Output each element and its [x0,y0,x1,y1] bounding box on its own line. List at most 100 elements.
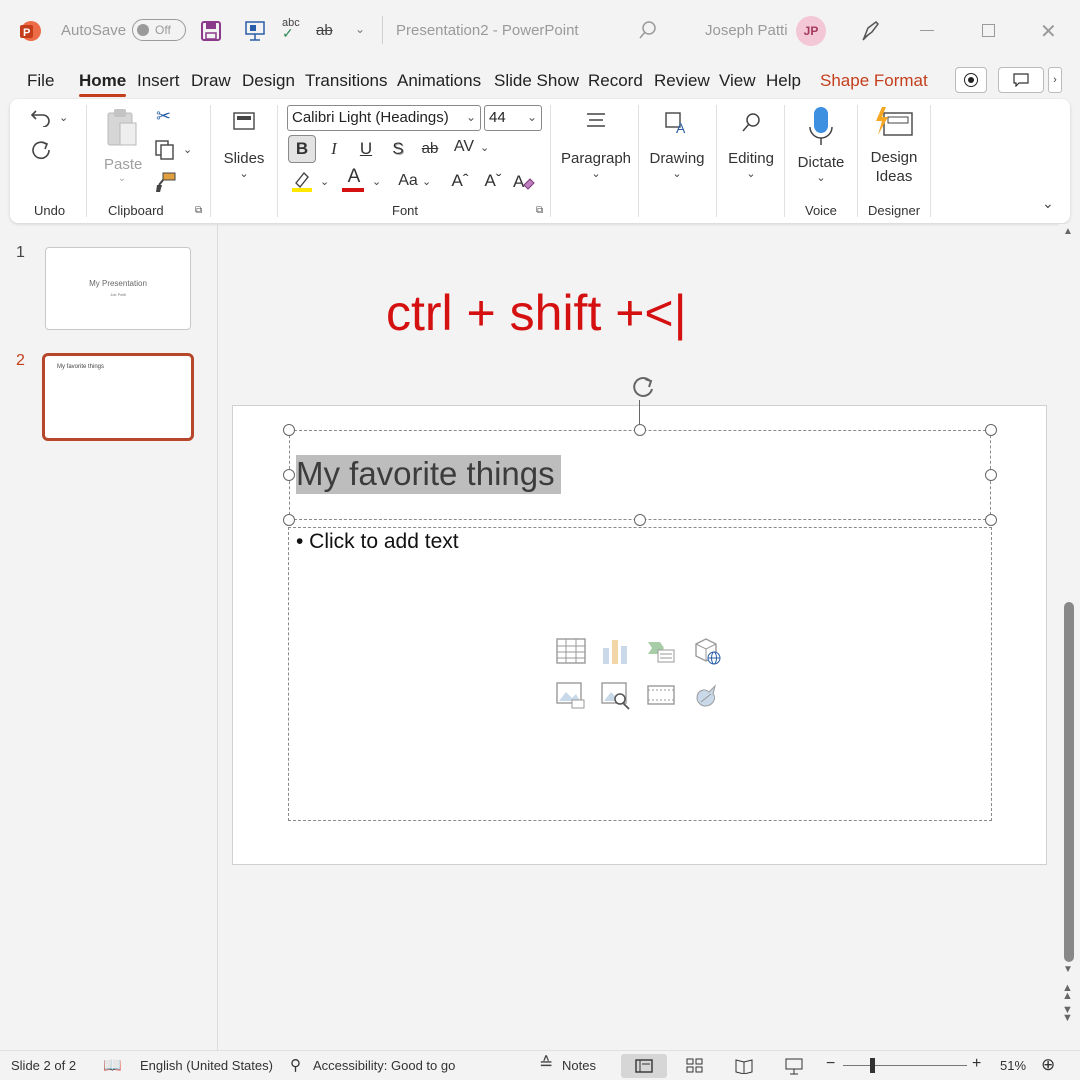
tabs-scroll-right-button[interactable]: › [1048,67,1062,93]
clipboard-dialog-launcher-icon[interactable]: ⧉ [195,205,202,216]
insert-3d-model-icon[interactable] [692,636,722,666]
redo-icon[interactable] [30,139,52,166]
tab-review[interactable]: Review [654,71,710,91]
slide-title[interactable]: My favorite things [296,455,561,494]
slide-thumbnail-2[interactable]: My favorite things [42,353,194,441]
scroll-up-icon[interactable]: ▲ [1063,226,1073,237]
minimize-button[interactable] [920,30,934,31]
undo-dropdown-icon[interactable]: ⌄ [59,111,68,124]
highlight-color-icon[interactable] [290,169,314,198]
language-indicator[interactable]: English (United States) [140,1058,273,1073]
bold-button[interactable]: B [288,135,316,163]
collapse-ribbon-icon[interactable]: ⌄ [1042,195,1054,212]
tab-slide-show[interactable]: Slide Show [494,71,579,91]
tab-record[interactable]: Record [588,71,643,91]
resize-handle[interactable] [985,514,997,526]
drawing-button[interactable]: A Drawing ⌄ [642,111,712,187]
accessibility-status[interactable]: Accessibility: Good to go [313,1058,455,1073]
insert-video-icon[interactable] [646,680,676,710]
close-button[interactable]: ✕ [1040,19,1057,44]
maximize-button[interactable] [982,24,995,37]
character-spacing-button[interactable]: AV [450,133,478,161]
avatar[interactable]: JP [796,16,826,46]
next-slide-icon[interactable]: ▼ ▼ [1062,1005,1073,1024]
font-color-icon[interactable]: A [342,167,366,192]
insert-stock-images-icon[interactable] [601,680,631,710]
tab-help[interactable]: Help [766,71,801,91]
reading-view-icon[interactable] [735,1058,753,1074]
resize-handle[interactable] [634,424,646,436]
normal-view-icon[interactable] [621,1054,667,1078]
font-name-combo[interactable]: Calibri Light (Headings) ⌄ [287,105,481,131]
zoom-out-icon[interactable]: − [826,1055,835,1073]
slides-button[interactable]: Slides ⌄ [222,111,266,185]
user-name[interactable]: Joseph Patti [705,22,788,39]
shadow-button[interactable]: S [384,135,412,163]
change-case-dropdown-icon[interactable]: ⌄ [422,175,431,188]
copy-dropdown-icon[interactable]: ⌄ [183,143,192,156]
format-painter-icon[interactable] [155,171,177,198]
dictate-button[interactable]: Dictate ⌄ [790,105,852,189]
grow-font-button[interactable]: Aˆ [446,167,474,195]
strikethrough-button[interactable]: ab [416,135,444,163]
resize-handle[interactable] [283,514,295,526]
search-icon[interactable] [638,20,658,45]
rotate-handle-icon[interactable] [628,373,658,406]
notes-button[interactable]: Notes [562,1058,596,1073]
comments-button[interactable] [998,67,1044,93]
change-case-button[interactable]: Aa [393,167,423,195]
italic-button[interactable]: I [320,135,348,163]
tab-shape-format[interactable]: Shape Format [820,71,928,91]
insert-chart-icon[interactable] [600,636,630,666]
tab-animations[interactable]: Animations [397,71,481,91]
resize-handle[interactable] [634,514,646,526]
clear-formatting-icon[interactable]: A [512,169,536,198]
tab-home[interactable]: Home [79,71,127,97]
tab-draw[interactable]: Draw [191,71,231,91]
autosave-toggle[interactable]: Off [132,19,186,41]
font-dialog-launcher-icon[interactable]: ⧉ [536,205,543,216]
slide-show-icon[interactable] [785,1057,803,1075]
content-placeholder[interactable] [288,527,992,821]
highlight-dropdown-icon[interactable]: ⌄ [320,175,329,188]
cut-icon[interactable]: ✂ [156,107,171,125]
resize-handle[interactable] [283,469,295,481]
insert-icons-icon[interactable] [691,680,721,710]
spelling-icon[interactable]: abc ✓ [282,18,300,41]
undo-icon[interactable] [30,107,52,132]
accessibility-icon[interactable]: ⚲ [290,1056,301,1074]
record-button[interactable] [955,67,987,93]
scrollbar-thumb[interactable] [1064,602,1074,962]
content-placeholder-prompt[interactable]: • Click to add text [296,530,459,554]
shrink-font-button[interactable]: Aˇ [479,167,507,195]
copy-icon[interactable] [154,139,176,166]
tab-transitions[interactable]: Transitions [305,71,388,91]
slide-thumbnail-1[interactable]: My Presentation Joe Patti [45,247,191,330]
previous-slide-icon[interactable]: ▲ ▲ [1062,983,1073,1002]
customize-toolbar-icon[interactable]: ⌄ [355,22,365,36]
character-spacing-dropdown-icon[interactable]: ⌄ [480,141,489,154]
zoom-level[interactable]: 51% [1000,1058,1026,1073]
underline-button[interactable]: U [352,135,380,163]
font-color-dropdown-icon[interactable]: ⌄ [372,175,381,188]
fit-to-window-icon[interactable]: ⊕ [1041,1055,1055,1075]
resize-handle[interactable] [283,424,295,436]
insert-smartart-icon[interactable] [646,636,676,666]
tab-file[interactable]: File [27,71,54,91]
tab-design[interactable]: Design [242,71,295,91]
insert-picture-icon[interactable] [556,680,586,710]
tab-view[interactable]: View [719,71,756,91]
vertical-scrollbar[interactable]: ▲ ▼ ▲ ▲ ▼ ▼ [1059,224,1080,1050]
paragraph-button[interactable]: Paragraph ⌄ [558,111,634,187]
coauthor-pen-icon[interactable] [860,18,882,47]
slide-sorter-icon[interactable] [686,1058,704,1074]
zoom-slider[interactable] [843,1065,967,1066]
zoom-in-icon[interactable]: + [972,1055,981,1073]
font-size-combo[interactable]: 44 ⌄ [484,105,542,131]
save-icon[interactable] [200,20,222,47]
resize-handle[interactable] [985,469,997,481]
present-from-beginning-icon[interactable] [244,19,266,48]
tab-insert[interactable]: Insert [137,71,180,91]
scroll-down-icon[interactable]: ▼ [1063,964,1073,975]
paste-button[interactable]: Paste ⌄ [104,107,142,191]
